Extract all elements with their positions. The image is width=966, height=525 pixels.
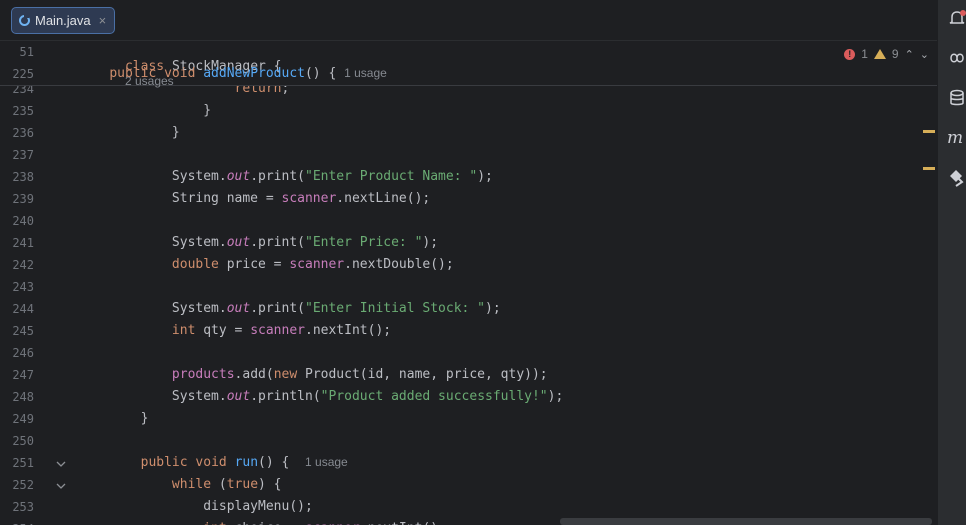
line-number: 247	[12, 368, 34, 382]
code-line[interactable]	[78, 345, 141, 360]
next-highlight-icon[interactable]: ⌄	[920, 48, 929, 61]
horizontal-scrollbar[interactable]	[560, 518, 932, 525]
line-number: 240	[12, 214, 34, 228]
code-line[interactable]: System.out.println("Product added succes…	[78, 389, 563, 404]
ai-assistant-icon[interactable]	[947, 48, 966, 68]
gradle-icon[interactable]	[947, 167, 966, 187]
code-line[interactable]: int choice = scanner.nextInt();	[78, 521, 446, 525]
tab-main-java[interactable]: Main.java ×	[11, 7, 116, 34]
error-icon: !	[844, 48, 856, 60]
line-number: 51	[19, 45, 34, 59]
database-icon[interactable]	[947, 88, 966, 108]
line-number: 243	[12, 280, 34, 294]
line-number: 236	[12, 126, 34, 140]
line-number: 225	[12, 67, 34, 81]
warning-count: 9	[891, 47, 899, 61]
line-number: 246	[12, 346, 34, 360]
usages-hint[interactable]: 1 usage	[344, 66, 387, 80]
line-number: 237	[12, 148, 34, 162]
fold-chevron-icon[interactable]	[56, 459, 66, 469]
previous-highlight-icon[interactable]: ⌃	[905, 48, 914, 61]
code-line[interactable]: public void run() { 1 usage	[78, 455, 348, 470]
line-number: 251	[12, 456, 34, 470]
warning-icon	[873, 49, 886, 59]
line-number: 241	[12, 236, 34, 250]
line-number: 248	[12, 390, 34, 404]
close-tab-icon[interactable]: ×	[99, 13, 107, 28]
code-line[interactable]: System.out.print("Enter Initial Stock: "…	[78, 301, 501, 316]
code-line[interactable]	[78, 147, 141, 162]
sticky-lines-header[interactable]: 51 class StockManager { 2 usages 225 pub…	[0, 41, 937, 88]
code-line[interactable]	[78, 279, 141, 294]
line-number: 253	[12, 500, 34, 514]
line-number: 242	[12, 258, 34, 272]
notifications-icon[interactable]	[947, 8, 966, 28]
code-line[interactable]: int qty = scanner.nextInt();	[78, 323, 391, 338]
svg-text:m: m	[947, 128, 963, 147]
editor-tab-bar: Main.java ×	[0, 0, 937, 41]
sticky-line-method[interactable]: public void addNewProduct() { 1 usage	[78, 66, 387, 81]
line-number: 252	[12, 478, 34, 492]
code-line[interactable]	[78, 213, 141, 228]
code-line[interactable]: }	[78, 411, 149, 426]
code-line[interactable]: }	[78, 103, 211, 118]
code-line[interactable]: products.add(new Product(id, name, price…	[78, 367, 548, 382]
line-number: 250	[12, 434, 34, 448]
fold-chevron-icon[interactable]	[56, 481, 66, 491]
code-line[interactable]: String name = scanner.nextLine();	[78, 191, 430, 206]
line-number: 244	[12, 302, 34, 316]
maven-icon[interactable]: m	[947, 127, 966, 147]
line-number: 249	[12, 412, 34, 426]
line-number: 239	[12, 192, 34, 206]
code-line[interactable]: while (true) {	[78, 477, 282, 492]
line-number: 235	[12, 104, 34, 118]
code-editor[interactable]: 51 class StockManager { 2 usages 225 pub…	[0, 41, 937, 525]
code-line[interactable]: System.out.print("Enter Product Name: ")…	[78, 169, 493, 184]
line-number: 245	[12, 324, 34, 338]
code-line[interactable]: displayMenu();	[78, 499, 313, 514]
warning-stripe-mark[interactable]	[923, 130, 935, 133]
code-line[interactable]	[78, 433, 141, 448]
warning-stripe-mark[interactable]	[923, 167, 935, 170]
error-count: 1	[861, 47, 868, 61]
java-class-icon	[19, 14, 30, 26]
line-number: 238	[12, 170, 34, 184]
code-line[interactable]: double price = scanner.nextDouble();	[78, 257, 454, 272]
code-line[interactable]: }	[78, 125, 180, 140]
right-tool-strip: m	[937, 0, 966, 525]
usages-hint[interactable]: 1 usage	[305, 455, 348, 469]
inspection-widget[interactable]: ! 1 9 ⌃ ⌄	[844, 47, 929, 61]
code-line[interactable]: System.out.print("Enter Price: ");	[78, 235, 438, 250]
tab-label: Main.java	[35, 13, 91, 28]
